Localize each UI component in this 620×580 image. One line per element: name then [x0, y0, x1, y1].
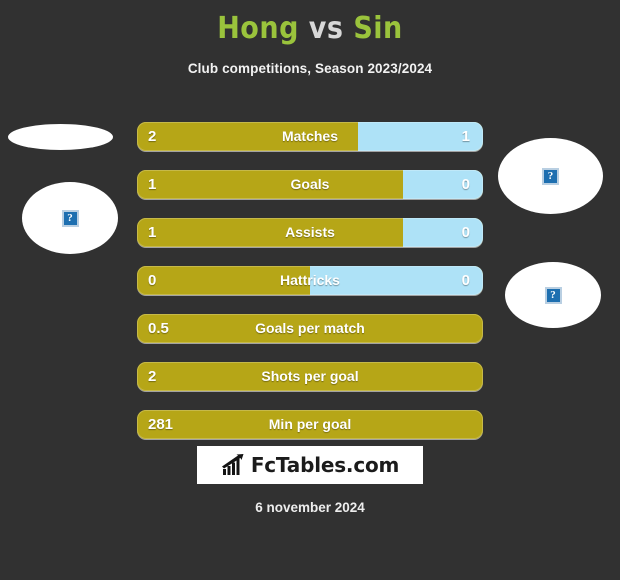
stat-bar-label: Min per goal [268, 416, 352, 432]
stat-bar-label: Goals [290, 176, 330, 192]
stat-bar-away-value: 0 [461, 224, 470, 241]
stat-bar-away-value: 0 [461, 272, 470, 289]
stat-bar-away-value: 1 [461, 128, 470, 145]
avatar-away-flag: ? [498, 138, 603, 214]
stat-bar-away-value: 0 [461, 176, 470, 193]
footer-date: 6 november 2024 [255, 500, 365, 515]
stat-bar-label: Shots per goal [261, 368, 359, 384]
stat-bar-row: 2 Shots per goal [137, 362, 483, 391]
title-away-team: Sin [353, 11, 403, 46]
stat-bar-label: Assists [285, 224, 335, 240]
bar-chart-icon [221, 454, 244, 475]
stat-bar-row: 0.5 Goals per match [137, 314, 483, 343]
page-title: Hong vs Sin [0, 0, 620, 46]
stat-bar-label: Matches [281, 128, 339, 144]
page-subtitle: Club competitions, Season 2023/2024 [187, 61, 433, 76]
broken-image-icon: ? [61, 209, 79, 227]
avatar-home-flag [8, 124, 113, 150]
broken-image-icon: ? [542, 167, 559, 185]
broken-image-icon: ? [544, 286, 562, 304]
avatar-home-player: ? [22, 182, 118, 254]
stat-bar-row: 2 Matches 1 [137, 122, 483, 151]
stat-bar-label: Goals per match [255, 320, 365, 336]
avatar-away-player: ? [505, 262, 601, 328]
title-versus: vs [308, 11, 344, 46]
stat-bar-row: 281 Min per goal [137, 410, 483, 439]
stat-bar-row: 1 Assists 0 [137, 218, 483, 247]
stat-bars-list: 2 Matches 1 1 Goals 0 1 Assists 0 0 Hattricks 0 0.5 G… [137, 122, 483, 458]
stat-bar-label: Hattricks [280, 272, 340, 288]
stat-bar-row: 1 Goals 0 [137, 170, 483, 199]
fctables-logo[interactable]: FcTables.com [197, 446, 423, 484]
fctables-logo-text: FcTables.com [250, 453, 400, 477]
title-home-team: Hong [217, 11, 299, 46]
stat-bar-row: 0 Hattricks 0 [137, 266, 483, 295]
